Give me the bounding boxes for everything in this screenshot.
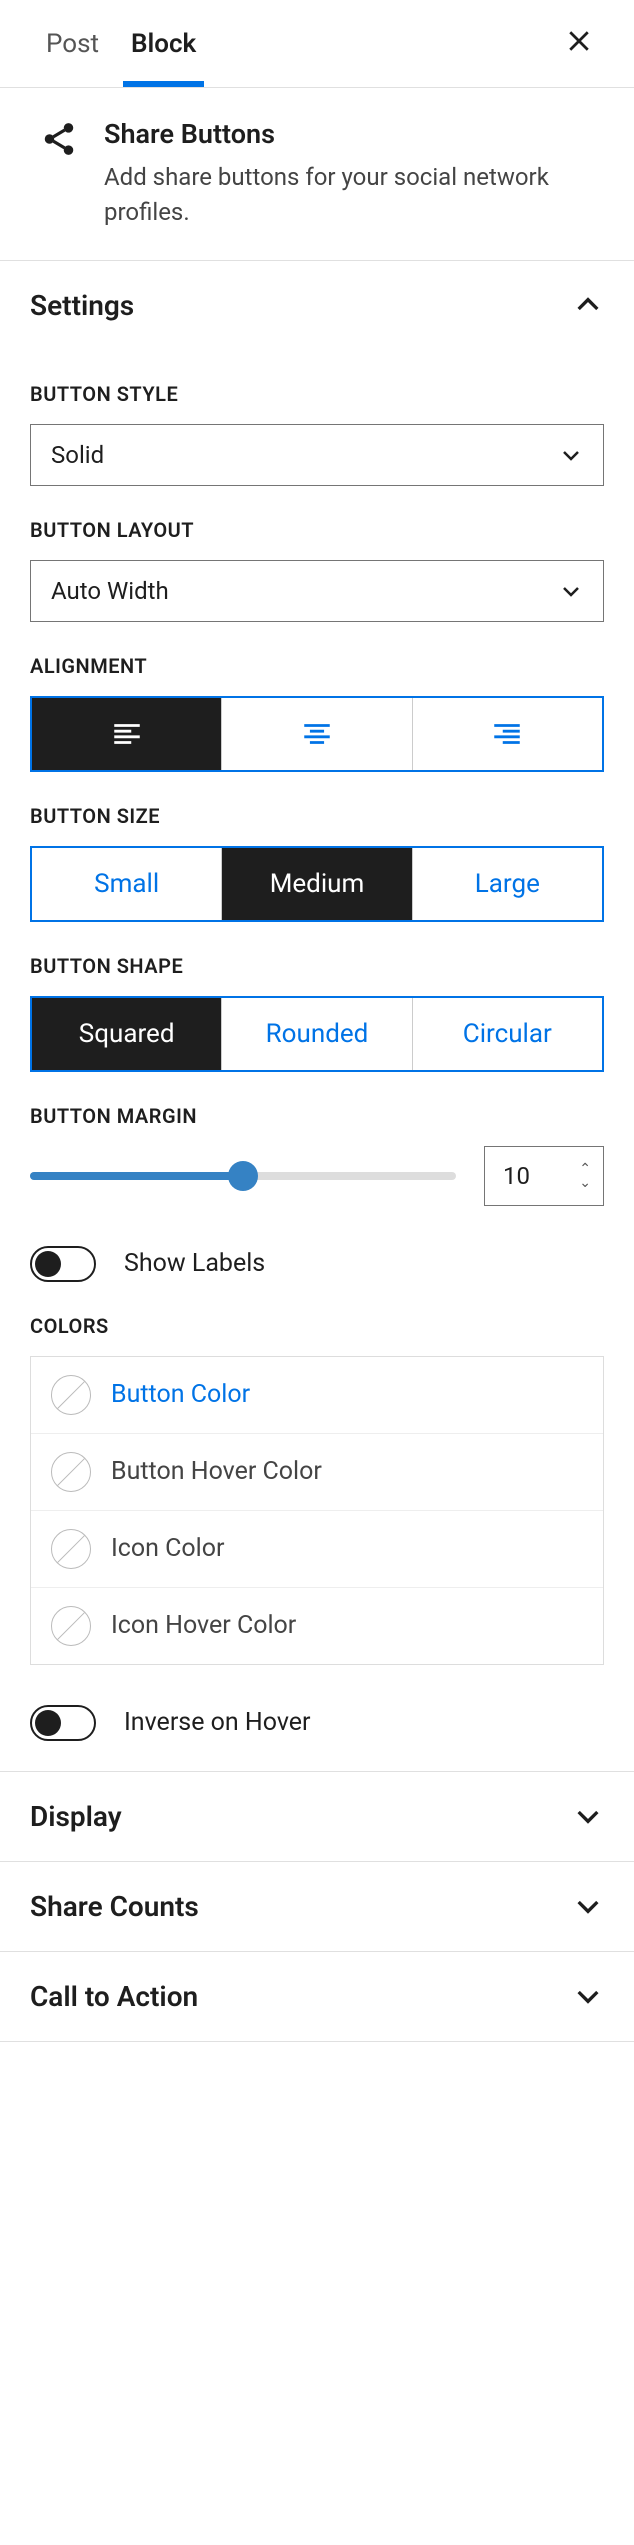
- shape-group: Squared Rounded Circular: [30, 996, 604, 1072]
- margin-slider[interactable]: [30, 1156, 456, 1196]
- select-button-layout[interactable]: Auto Width: [30, 560, 604, 622]
- panel-settings-header[interactable]: Settings: [0, 261, 634, 350]
- label-button-margin: BUTTON MARGIN: [30, 1104, 604, 1128]
- color-label: Icon Color: [111, 1534, 225, 1563]
- select-button-style[interactable]: Solid: [30, 424, 604, 486]
- margin-row: 10 ⌃⌄: [30, 1146, 604, 1206]
- slider-thumb[interactable]: [228, 1161, 258, 1191]
- field-alignment: ALIGNMENT: [30, 654, 604, 772]
- block-header: Share Buttons Add share buttons for your…: [0, 88, 634, 261]
- color-swatch-empty-icon: [51, 1606, 91, 1646]
- panel-share-counts-header[interactable]: Share Counts: [0, 1862, 634, 1951]
- label-button-shape: BUTTON SHAPE: [30, 954, 604, 978]
- field-button-size: BUTTON SIZE Small Medium Large: [30, 804, 604, 922]
- field-button-style: BUTTON STYLE Solid: [30, 382, 604, 486]
- panel-settings: Settings BUTTON STYLE Solid BUTTON LAYOU…: [0, 261, 634, 1772]
- block-description: Add share buttons for your social networ…: [104, 160, 604, 230]
- panel-display-title: Display: [30, 1800, 122, 1833]
- toggle-knob: [35, 1710, 61, 1736]
- color-swatch-empty-icon: [51, 1452, 91, 1492]
- field-button-margin: BUTTON MARGIN 10 ⌃⌄: [30, 1104, 604, 1206]
- inverse-hover-label: Inverse on Hover: [124, 1708, 311, 1737]
- stepper-icon: ⌃⌄: [579, 1162, 591, 1190]
- panel-display: Display: [0, 1772, 634, 1862]
- color-swatch-empty-icon: [51, 1529, 91, 1569]
- show-labels-toggle[interactable]: [30, 1246, 96, 1282]
- field-button-shape: BUTTON SHAPE Squared Rounded Circular: [30, 954, 604, 1072]
- size-group: Small Medium Large: [30, 846, 604, 922]
- color-label: Icon Hover Color: [111, 1611, 296, 1640]
- field-button-layout: BUTTON LAYOUT Auto Width: [30, 518, 604, 622]
- show-labels-row: Show Labels: [30, 1246, 604, 1282]
- inspector-tabs: Post Block: [0, 0, 634, 88]
- label-button-style: BUTTON STYLE: [30, 382, 604, 406]
- panel-call-to-action: Call to Action: [0, 1952, 634, 2042]
- size-medium-button[interactable]: Medium: [222, 848, 412, 920]
- chevron-up-icon: [572, 289, 604, 321]
- shape-rounded-button[interactable]: Rounded: [222, 998, 412, 1070]
- panel-share-counts: Share Counts: [0, 1862, 634, 1952]
- chevron-down-icon: [559, 443, 583, 467]
- select-button-layout-value: Auto Width: [51, 577, 169, 605]
- panel-cta-header[interactable]: Call to Action: [0, 1952, 634, 2041]
- panel-settings-title: Settings: [30, 289, 134, 322]
- color-label: Button Hover Color: [111, 1457, 322, 1486]
- margin-number-input[interactable]: 10 ⌃⌄: [484, 1146, 604, 1206]
- block-info: Share Buttons Add share buttons for your…: [104, 118, 604, 230]
- show-labels-label: Show Labels: [124, 1249, 265, 1278]
- align-left-button[interactable]: [32, 698, 222, 770]
- size-large-button[interactable]: Large: [413, 848, 602, 920]
- label-alignment: ALIGNMENT: [30, 654, 604, 678]
- margin-value: 10: [503, 1162, 530, 1190]
- tab-block[interactable]: Block: [115, 0, 212, 87]
- block-title: Share Buttons: [104, 118, 604, 150]
- label-button-layout: BUTTON LAYOUT: [30, 518, 604, 542]
- close-icon[interactable]: [554, 15, 604, 73]
- tab-post[interactable]: Post: [30, 0, 115, 87]
- shape-squared-button[interactable]: Squared: [32, 998, 222, 1070]
- panel-share-counts-title: Share Counts: [30, 1890, 199, 1923]
- color-item-button-hover-color[interactable]: Button Hover Color: [31, 1434, 603, 1511]
- color-label: Button Color: [111, 1380, 250, 1409]
- color-item-button-color[interactable]: Button Color: [31, 1357, 603, 1434]
- label-colors: COLORS: [30, 1314, 604, 1338]
- chevron-down-icon: [559, 579, 583, 603]
- align-right-button[interactable]: [413, 698, 602, 770]
- shape-circular-button[interactable]: Circular: [413, 998, 602, 1070]
- chevron-down-icon: [572, 1980, 604, 2012]
- chevron-down-icon: [572, 1800, 604, 1832]
- field-colors: COLORS Button Color Button Hover Color I…: [30, 1314, 604, 1665]
- align-center-button[interactable]: [222, 698, 412, 770]
- color-list: Button Color Button Hover Color Icon Col…: [30, 1356, 604, 1665]
- color-item-icon-color[interactable]: Icon Color: [31, 1511, 603, 1588]
- select-button-style-value: Solid: [51, 441, 104, 469]
- alignment-group: [30, 696, 604, 772]
- panel-display-header[interactable]: Display: [0, 1772, 634, 1861]
- color-swatch-empty-icon: [51, 1375, 91, 1415]
- inverse-hover-row: Inverse on Hover: [30, 1705, 604, 1741]
- color-item-icon-hover-color[interactable]: Icon Hover Color: [31, 1588, 603, 1664]
- toggle-knob: [35, 1251, 61, 1277]
- panel-cta-title: Call to Action: [30, 1980, 198, 2013]
- size-small-button[interactable]: Small: [32, 848, 222, 920]
- label-button-size: BUTTON SIZE: [30, 804, 604, 828]
- inverse-hover-toggle[interactable]: [30, 1705, 96, 1741]
- chevron-down-icon: [572, 1890, 604, 1922]
- panel-settings-body: BUTTON STYLE Solid BUTTON LAYOUT Auto Wi…: [0, 382, 634, 1771]
- share-icon: [40, 120, 78, 158]
